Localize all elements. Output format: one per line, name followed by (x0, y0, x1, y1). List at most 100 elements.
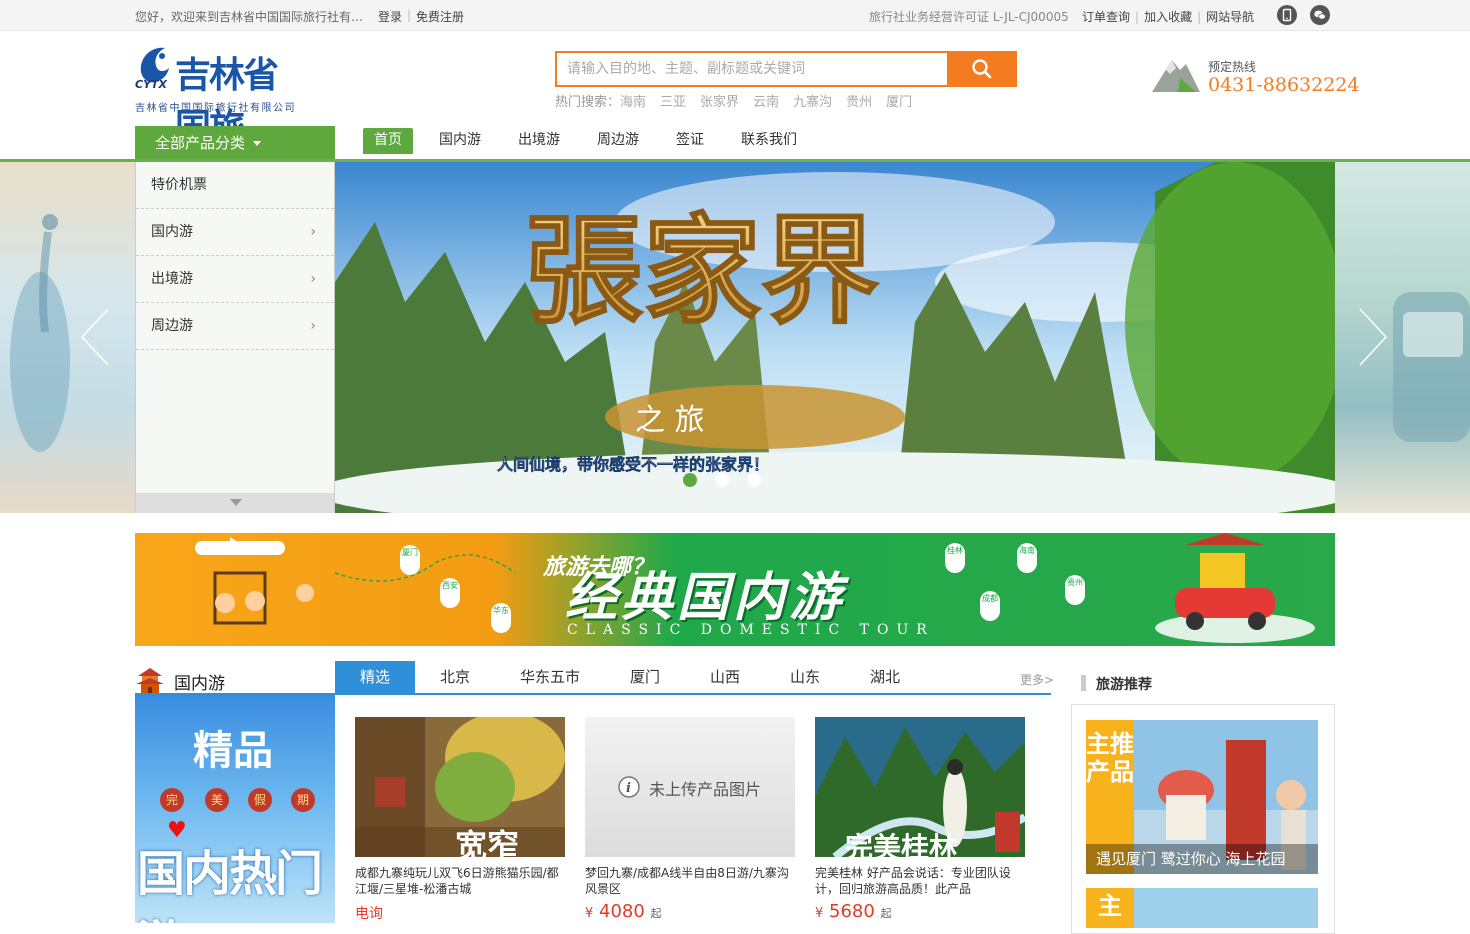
nav-nearby[interactable]: 周边游 (586, 128, 650, 154)
svg-text:人间仙境，带你感受不一样的张家界！: 人间仙境，带你感受不一样的张家界！ (497, 455, 769, 474)
promo-line1: 精品 (193, 727, 273, 774)
tab-hubei[interactable]: 湖北 (845, 661, 925, 693)
banner-prev-slide (0, 162, 135, 513)
map-pin: 桂林 (945, 543, 965, 573)
hot-keyword[interactable]: 海南 (620, 95, 646, 110)
search-icon (972, 59, 992, 79)
nav-home[interactable]: 首页 (363, 128, 413, 154)
map-pin: 西安 (440, 578, 460, 608)
domestic-tour-ad[interactable]: 厦门 西安 华东 桂林 海南 成都 贵州 旅游去哪？ 经典国内游 CLASSIC… (135, 533, 1335, 646)
map-pin: 厦门 (400, 545, 420, 575)
site-logo[interactable]: 吉林省国旅 CYTX 吉林省中国国际旅行社有限公司 (135, 40, 310, 148)
register-link[interactable]: 免费注册 (416, 8, 464, 25)
hot-search-label: 热门搜索： (555, 95, 621, 110)
hot-keyword[interactable]: 云南 (753, 95, 779, 110)
svg-text:之 旅: 之 旅 (635, 403, 705, 438)
tab-beijing[interactable]: 北京 (415, 661, 495, 693)
top-bar: 您好，欢迎来到吉林省中国国际旅行社有… 登录 | 免费注册 旅行社业务经营许可证… (0, 0, 1470, 31)
svg-text:張家界: 張家界 (525, 201, 879, 340)
welcome-text: 您好，欢迎来到吉林省中国国际旅行社有… (135, 10, 364, 24)
tab-featured[interactable]: 精选 (335, 661, 415, 693)
chevron-right-icon: › (310, 318, 316, 334)
banner-dots (683, 473, 779, 491)
ad-english: CLASSIC DOMESTIC TOUR (567, 622, 935, 638)
order-query-link[interactable]: 订单查询 (1082, 10, 1130, 24)
nav-outbound[interactable]: 出境游 (507, 128, 571, 154)
tab-shandong[interactable]: 山东 (765, 661, 845, 693)
category-item-domestic[interactable]: 国内游 › (136, 209, 334, 256)
search-button[interactable] (947, 51, 1017, 87)
banner-next-slide (1335, 162, 1470, 513)
product-card[interactable]: 宽窄 成都九寨纯玩儿双飞6日游熊猫乐园/都江堰/三星堆-松潘古城 电询 (355, 717, 565, 923)
recommend-item[interactable]: 主 (1086, 888, 1318, 928)
promo-circle: 完 (160, 788, 184, 812)
map-pin: 海南 (1017, 543, 1037, 573)
banner-prev-arrow-icon[interactable] (80, 307, 110, 367)
banner-dot[interactable] (715, 473, 729, 487)
add-favorite-link[interactable]: 加入收藏 (1144, 10, 1192, 24)
recommend-bar (1081, 675, 1086, 691)
logo-abbr: CYTX (135, 78, 168, 91)
nav-contact[interactable]: 联系我们 (730, 128, 808, 154)
map-pin: 贵州 (1065, 575, 1085, 605)
product-title[interactable]: 梦回九寨/成都A线半自由8日游/九寨沟风景区 (585, 865, 795, 897)
recommend-label: 主 (1086, 888, 1134, 928)
domestic-promo-banner[interactable]: 精品 完 美 假 期 ♥ 国内热门游 (135, 696, 335, 923)
hot-keyword[interactable]: 贵州 (846, 95, 872, 110)
ad-illustration (195, 537, 516, 625)
category-label: 特价机票 (151, 177, 207, 193)
recommend-title: 旅游推荐 (1096, 677, 1152, 693)
hot-keyword[interactable]: 厦门 (886, 95, 912, 110)
van-image (1393, 292, 1470, 442)
map-pin: 成都 (980, 591, 1000, 621)
nav-visa[interactable]: 签证 (665, 128, 715, 154)
site-nav-link[interactable]: 网站导航 (1206, 10, 1254, 24)
tab-xiamen[interactable]: 厦门 (605, 661, 685, 693)
product-price: ¥ 4080 起 (585, 901, 662, 922)
hot-keyword[interactable]: 三亚 (660, 95, 686, 110)
all-categories-label: 全部产品分类 (155, 134, 246, 152)
nav-domestic[interactable]: 国内游 (428, 128, 492, 154)
product-price: ¥ 5680 起 (815, 901, 892, 922)
search-box (555, 51, 1017, 87)
product-card[interactable]: i 未上传产品图片 梦回九寨/成都A线半自由8日游/九寨沟风景区 ¥ 4080 … (585, 717, 795, 922)
product-image[interactable]: 宽窄 (355, 717, 565, 857)
recommend-item[interactable]: 主推产品 遇见厦门 鹭过你心 海上花园 (1086, 720, 1318, 874)
category-menu-footer[interactable] (136, 493, 334, 513)
product-image-placeholder[interactable]: i 未上传产品图片 (585, 717, 795, 857)
category-item-flights[interactable]: 特价机票 (136, 162, 334, 209)
product-image[interactable]: 完美桂林 (815, 717, 1025, 857)
banner-main-slide[interactable]: 張家界 之 旅 人间仙境，带你感受不一样的张家界！ (315, 162, 1355, 513)
license-text: 旅行社业务经营许可证 L-JL-CJ00005 (869, 10, 1069, 24)
all-categories-button[interactable]: 全部产品分类 (135, 126, 335, 162)
hot-keyword[interactable]: 张家界 (700, 95, 739, 110)
product-title[interactable]: 完美桂林 好产品会说话：专业团队设计，回归旅游高品质！此产品 (815, 865, 1025, 897)
banner-dot[interactable] (747, 473, 761, 487)
hot-keyword[interactable]: 九寨沟 (793, 95, 832, 110)
peacock-image (10, 214, 70, 452)
tab-huadong[interactable]: 华东五市 (505, 661, 595, 693)
tab-shanxi[interactable]: 山西 (685, 661, 765, 693)
svg-text:完美桂林: 完美桂林 (845, 831, 957, 857)
category-item-nearby[interactable]: 周边游 › (136, 303, 334, 350)
banner-next-arrow-icon[interactable] (1358, 307, 1388, 367)
svg-text:宽窄: 宽窄 (455, 827, 519, 857)
promo-circle: 美 (205, 788, 229, 812)
ad-headline: 经典国内游 (565, 568, 846, 628)
category-label: 出境游 (151, 271, 193, 287)
mobile-icon[interactable] (1277, 5, 1297, 25)
promo-circle: 期 (291, 788, 315, 812)
hotline-number: 0431-88632224 (1208, 74, 1360, 96)
product-title[interactable]: 成都九寨纯玩儿双飞6日游熊猫乐园/都江堰/三星堆-松潘古城 (355, 865, 565, 897)
product-card[interactable]: 完美桂林 完美桂林 好产品会说话：专业团队设计，回归旅游高品质！此产品 ¥ 56… (815, 717, 1025, 922)
wechat-icon[interactable] (1310, 5, 1330, 25)
svg-text:i: i (626, 781, 631, 796)
product-price: 电询 (355, 906, 383, 922)
more-link[interactable]: 更多> (1020, 671, 1054, 688)
login-link[interactable]: 登录 (378, 8, 402, 25)
search-input[interactable] (557, 53, 947, 85)
category-item-outbound[interactable]: 出境游 › (136, 256, 334, 303)
chevron-right-icon: › (310, 224, 316, 240)
banner-dot[interactable] (683, 473, 697, 487)
mountain-icon (1152, 60, 1200, 92)
